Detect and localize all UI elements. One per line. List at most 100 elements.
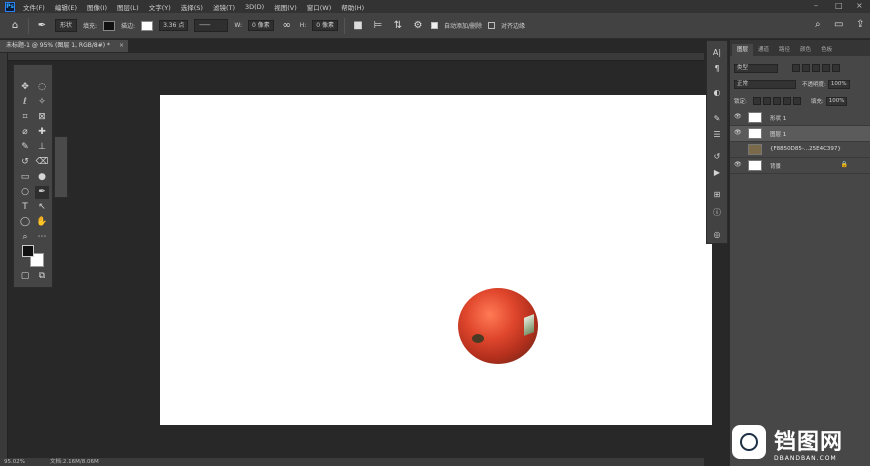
share-icon[interactable]: ⇪: [856, 19, 864, 30]
document-info[interactable]: 文档:2.16M/8.06M: [50, 458, 99, 466]
filter-smart-icon[interactable]: [832, 64, 840, 72]
info-icon[interactable]: ⓘ: [710, 207, 724, 219]
visibility-eye-icon[interactable]: 👁: [734, 129, 742, 136]
character-panel-icon[interactable]: A|: [710, 47, 724, 59]
lasso-tool-icon[interactable]: ℓ: [18, 96, 32, 109]
menu-window[interactable]: 窗口(W): [307, 2, 332, 12]
screen-mode-icon[interactable]: ⧉: [35, 270, 49, 283]
document-canvas[interactable]: [160, 95, 712, 425]
menu-edit[interactable]: 编辑(E): [55, 2, 77, 12]
home-icon[interactable]: ⌂: [8, 19, 22, 33]
tab-layers[interactable]: 图层: [732, 44, 754, 56]
hand-tool-icon[interactable]: ✋: [35, 216, 49, 229]
ruler-vertical[interactable]: [0, 53, 8, 458]
clone-stamp-icon[interactable]: ⊥: [35, 141, 49, 154]
menu-view[interactable]: 视图(V): [274, 2, 297, 12]
pen-tool-icon[interactable]: ✒: [35, 19, 49, 33]
close-tab-icon[interactable]: ×: [119, 40, 124, 52]
quick-mask-icon[interactable]: ▢: [18, 270, 32, 283]
path-operations-icon[interactable]: ■: [351, 19, 365, 33]
lock-all-icon[interactable]: [792, 97, 801, 105]
layer-row[interactable]: {F8850D85-...25E4C397}: [730, 142, 870, 158]
move-tool-icon[interactable]: ✥: [18, 81, 32, 94]
visibility-eye-icon[interactable]: 👁: [734, 161, 742, 168]
lock-image-icon[interactable]: [762, 97, 771, 105]
search-icon[interactable]: ⌕: [815, 19, 821, 30]
blend-mode-select[interactable]: 正常: [734, 79, 796, 89]
menu-image[interactable]: 图像(I): [87, 2, 107, 12]
healing-brush-icon[interactable]: ✚: [35, 126, 49, 139]
blur-tool-icon[interactable]: ●: [35, 171, 49, 184]
lock-position-icon[interactable]: [772, 97, 781, 105]
lock-transparent-icon[interactable]: [752, 97, 761, 105]
tool-mode-select[interactable]: 形状: [55, 19, 78, 32]
dodge-tool-icon[interactable]: ○: [18, 186, 32, 199]
auto-add-delete-checkbox[interactable]: [430, 22, 438, 29]
path-alignment-icon[interactable]: ⊨: [371, 19, 385, 33]
tool-flyout[interactable]: [54, 136, 68, 198]
opacity-field[interactable]: 100%: [827, 79, 850, 89]
frame-tool-icon[interactable]: ⊠: [35, 111, 49, 124]
brush-tool-icon[interactable]: ✎: [18, 141, 32, 154]
menu-type[interactable]: 文字(Y): [149, 2, 171, 12]
path-arrangement-icon[interactable]: ⇅: [391, 19, 405, 33]
menu-file[interactable]: 文件(F): [23, 2, 45, 12]
pen-tool-icon[interactable]: ✒: [35, 186, 49, 199]
filter-pixel-icon[interactable]: [792, 64, 800, 72]
stroke-width-field[interactable]: 3.36 点: [159, 20, 189, 31]
menu-select[interactable]: 选择(S): [181, 2, 203, 12]
gear-icon[interactable]: ⚙: [411, 19, 425, 33]
menu-3d[interactable]: 3D(D): [245, 3, 264, 11]
zoom-tool-icon[interactable]: ⌕: [18, 231, 32, 244]
width-field[interactable]: 0 像素: [247, 20, 274, 31]
close-icon[interactable]: ×: [856, 2, 864, 10]
path-selection-icon[interactable]: ↖: [35, 201, 49, 214]
paragraph-panel-icon[interactable]: ¶: [710, 63, 724, 75]
fill-swatch[interactable]: [103, 20, 116, 31]
link-icon[interactable]: ∞: [280, 19, 294, 33]
menu-filter[interactable]: 滤镜(T): [213, 2, 235, 12]
layer-row[interactable]: 👁 形状 1: [730, 110, 870, 126]
learn-icon[interactable]: ◎: [710, 229, 724, 241]
marquee-tool-icon[interactable]: ◌: [35, 81, 49, 94]
magic-wand-icon[interactable]: ✧: [35, 96, 49, 109]
crop-tool-icon[interactable]: ⌗: [18, 111, 32, 124]
maximize-icon[interactable]: □: [835, 2, 843, 10]
filter-type-select[interactable]: 类型: [734, 63, 778, 73]
properties-icon[interactable]: ☰: [710, 129, 724, 141]
workspace-icon[interactable]: ▭: [834, 19, 843, 30]
tab-paths[interactable]: 路径: [774, 44, 795, 56]
foreground-color[interactable]: [22, 245, 34, 257]
adjustments-icon[interactable]: ◐: [710, 87, 724, 99]
menu-help[interactable]: 帮助(H): [341, 2, 364, 12]
more-tools-icon[interactable]: ⋯: [35, 231, 49, 244]
ruler-horizontal[interactable]: [8, 53, 704, 61]
tab-channels[interactable]: 通道: [753, 44, 774, 56]
type-tool-icon[interactable]: T: [18, 201, 32, 214]
filter-shape-icon[interactable]: [822, 64, 830, 72]
actions-icon[interactable]: ▶: [710, 167, 724, 179]
eraser-icon[interactable]: ⌫: [35, 156, 49, 169]
layer-row[interactable]: 👁 图层 1: [730, 126, 870, 142]
stroke-type-select[interactable]: ───: [194, 19, 229, 32]
menu-layer[interactable]: 图层(L): [117, 2, 139, 12]
gradient-tool-icon[interactable]: ▭: [18, 171, 32, 184]
tab-color[interactable]: 颜色: [795, 44, 816, 56]
fill-field[interactable]: 100%: [825, 96, 848, 106]
filter-type-icon[interactable]: [812, 64, 820, 72]
eyedropper-icon[interactable]: ⌀: [18, 126, 32, 139]
lock-artboard-icon[interactable]: [782, 97, 791, 105]
visibility-eye-icon[interactable]: 👁: [734, 113, 742, 120]
stroke-swatch[interactable]: [141, 20, 154, 31]
history-icon[interactable]: ↺: [710, 151, 724, 163]
height-field[interactable]: 0 像素: [312, 20, 338, 31]
libraries-icon[interactable]: ⊞: [710, 189, 724, 201]
filter-adjust-icon[interactable]: [802, 64, 810, 72]
zoom-level[interactable]: 95.02%: [4, 458, 25, 466]
history-brush-icon[interactable]: ↺: [18, 156, 32, 169]
brush-settings-icon[interactable]: ✎: [710, 113, 724, 125]
tab-swatches[interactable]: 色板: [816, 44, 837, 56]
align-edges-checkbox[interactable]: [488, 22, 496, 29]
layer-row[interactable]: 👁 背景 🔒: [730, 158, 870, 174]
document-tab[interactable]: 未标题-1 @ 95% (图层 1, RGB/8#) * ×: [0, 40, 128, 52]
